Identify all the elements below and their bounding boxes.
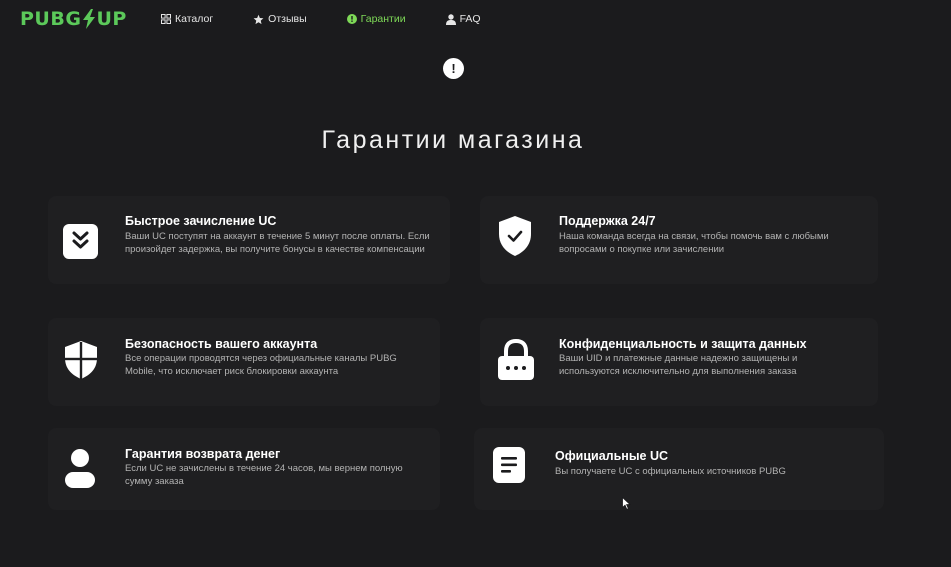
- card-title: Конфиденциальность и защита данных: [559, 337, 807, 351]
- nav-label-catalog: Каталог: [175, 13, 214, 25]
- card-description: Наша команда всегда на связи, чтобы помо…: [559, 231, 829, 255]
- card-title: Гарантия возврата денег: [125, 447, 281, 461]
- lock-icon: [496, 339, 536, 381]
- star-icon: [253, 14, 264, 25]
- grid-icon: [161, 14, 171, 24]
- guarantee-card-official-uc: Официальные UC Вы получаете UC с официал…: [474, 428, 884, 510]
- card-description: Ваши UC поступят на аккаунт в течение 5 …: [125, 231, 430, 255]
- guarantee-card-privacy: Конфиденциальность и защита данных Ваши …: [480, 318, 878, 406]
- page-title: Гарантии магазина: [321, 126, 585, 154]
- nav-label-faq: FAQ: [459, 13, 481, 25]
- nav-item-guarantees[interactable]: Гарантии: [346, 13, 406, 25]
- site-header: PUBG UP Каталог Отзывы Гарантии FAQ: [0, 0, 951, 40]
- site-logo[interactable]: PUBG UP: [20, 8, 127, 30]
- shield-icon: [64, 340, 98, 380]
- mouse-cursor-icon: [622, 496, 631, 515]
- card-title: Официальные UC: [555, 449, 668, 463]
- card-description: Все операции проводятся через официальны…: [125, 353, 397, 377]
- logo-text-left: PUBG: [20, 8, 82, 30]
- logo-text-right: UP: [96, 8, 127, 30]
- card-description: Если UC не зачислены в течение 24 часов,…: [125, 463, 403, 487]
- double-chevron-down-icon: [63, 224, 98, 259]
- nav-item-catalog[interactable]: Каталог: [161, 13, 213, 25]
- nav-label-reviews: Отзывы: [268, 13, 307, 25]
- nav-label-guarantees: Гарантии: [360, 13, 406, 25]
- card-description: Вы получаете UC с официальных источников…: [555, 466, 786, 477]
- card-description: Ваши UID и платежные данные надежно защи…: [559, 353, 798, 377]
- card-title: Безопасность вашего аккаунта: [125, 337, 318, 351]
- user-icon: [445, 13, 456, 25]
- exclamation-icon: !: [443, 58, 464, 79]
- lightning-bolt-icon: [82, 9, 96, 29]
- nav-item-reviews[interactable]: Отзывы: [253, 13, 307, 25]
- person-icon: [64, 448, 96, 488]
- card-title: Поддержка 24/7: [559, 214, 656, 228]
- shield-check-icon: [498, 215, 532, 257]
- guarantee-card-support: Поддержка 24/7 Наша команда всегда на св…: [480, 196, 878, 284]
- nav-item-faq[interactable]: FAQ: [445, 13, 481, 25]
- main-nav: Каталог Отзывы Гарантии FAQ: [161, 13, 481, 25]
- info-icon: [346, 14, 357, 24]
- guarantee-card-account-security: Безопасность вашего аккаунта Все операци…: [48, 318, 440, 406]
- guarantee-card-money-back: Гарантия возврата денег Если UC не зачис…: [48, 428, 440, 510]
- card-title: Быстрое зачисление UC: [125, 214, 277, 228]
- guarantee-card-fast-delivery: Быстрое зачисление UC Ваши UC поступят н…: [48, 196, 450, 284]
- document-icon: [492, 446, 526, 484]
